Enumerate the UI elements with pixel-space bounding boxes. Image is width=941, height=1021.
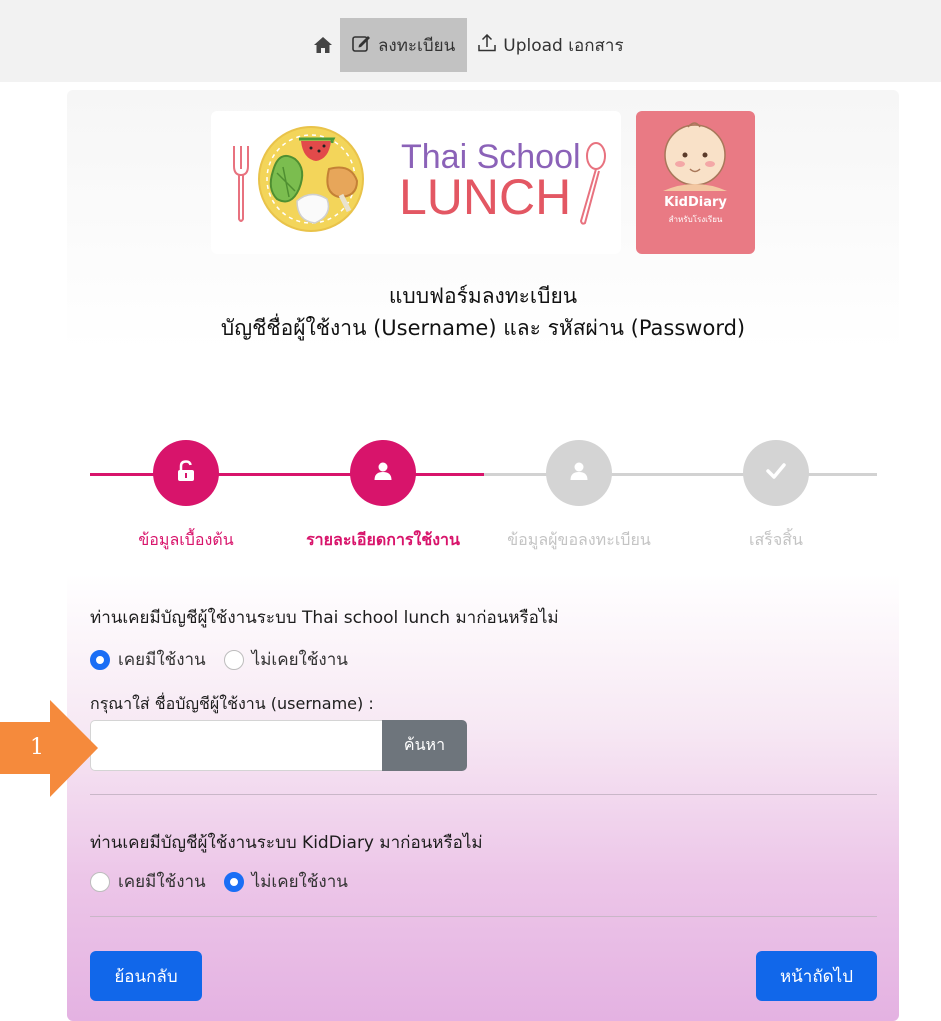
thai-school-lunch-logo: Thai School LUNCH [211, 111, 621, 254]
nav-register-tab[interactable]: ลงทะเบียน [340, 18, 468, 72]
step-2-label: รายละเอียดการใช้งาน [306, 530, 460, 549]
annotation-arrow [0, 700, 100, 797]
nav-menu: ลงทะเบียน Upload เอกสาร [306, 18, 634, 72]
section-divider [90, 916, 877, 917]
username-label: กรุณาใส่ ชื่อบัญชีผู้ใช้งาน (username) : [90, 694, 374, 713]
back-button[interactable]: ย้อนกลับ [90, 951, 202, 1001]
check-icon [765, 462, 787, 484]
nav-upload-tab[interactable]: Upload เอกสาร [467, 18, 633, 72]
home-icon[interactable] [306, 18, 340, 72]
kd-radio-group: เคยมีใช้งาน ไม่เคยใช้งาน [90, 868, 348, 895]
tsl-account-question: ท่านเคยมีบัญชีผู้ใช้งานระบบ Thai school … [90, 608, 559, 628]
tsl-radio-group: เคยมีใช้งาน ไม่เคยใช้งาน [90, 646, 348, 673]
kd-radio-yes-label[interactable]: เคยมีใช้งาน [118, 868, 206, 895]
edit-icon [352, 34, 372, 57]
kd-radio-no[interactable] [223, 871, 244, 892]
form-title: แบบฟอร์มลงทะเบียน [388, 284, 578, 308]
kd-radio-yes[interactable] [90, 871, 110, 892]
form-subtitle: บัญชีชื่อผู้ใช้งาน (Username) และ รหัสผ่… [220, 316, 746, 340]
step-2-circle [350, 440, 416, 506]
user-icon [569, 461, 589, 485]
tsl-radio-yes[interactable] [90, 649, 110, 670]
annotation-number: 1 [30, 735, 44, 760]
stepper-line-done [90, 473, 484, 476]
step-4-label: เสร็จสิ้น [749, 530, 803, 549]
tsl-radio-no[interactable] [223, 649, 244, 670]
top-nav-bar: ลงทะเบียน Upload เอกสาร [0, 0, 941, 82]
step-1-circle [153, 440, 219, 506]
kiddiary-subtitle: สำหรับโรงเรียน [668, 215, 723, 224]
kd-radio-no-label[interactable]: ไม่เคยใช้งาน [252, 868, 348, 895]
kiddiary-logo: KidDiary สำหรับโรงเรียน [636, 111, 755, 254]
nav-register-label: ลงทะเบียน [378, 35, 456, 56]
kiddiary-name: KidDiary [664, 195, 727, 210]
kd-account-question: ท่านเคยมีบัญชีผู้ใช้งานระบบ KidDiary มาก… [90, 833, 483, 853]
step-3-label: ข้อมูลผู้ขอลงทะเบียน [507, 530, 651, 549]
nav-upload-label: Upload เอกสาร [503, 35, 624, 56]
next-button[interactable]: หน้าถัดไป [756, 951, 877, 1001]
search-button[interactable]: ค้นหา [382, 720, 467, 771]
step-3-circle [546, 440, 612, 506]
upload-icon [477, 33, 497, 57]
stepper-line-pending [484, 473, 877, 476]
username-input[interactable] [90, 720, 382, 771]
tsl-radio-yes-label[interactable]: เคยมีใช้งาน [118, 646, 206, 673]
section-divider [90, 794, 877, 795]
tsl-radio-no-label[interactable]: ไม่เคยใช้งาน [252, 646, 348, 673]
progress-stepper: ข้อมูลเบื้องต้น รายละเอียดการใช้งาน ข้อม… [90, 440, 877, 550]
unlock-icon [176, 460, 196, 486]
step-4-circle [743, 440, 809, 506]
logo-text-line2: LUNCH [399, 169, 571, 225]
user-icon [373, 461, 393, 485]
step-1-label: ข้อมูลเบื้องต้น [138, 530, 234, 549]
